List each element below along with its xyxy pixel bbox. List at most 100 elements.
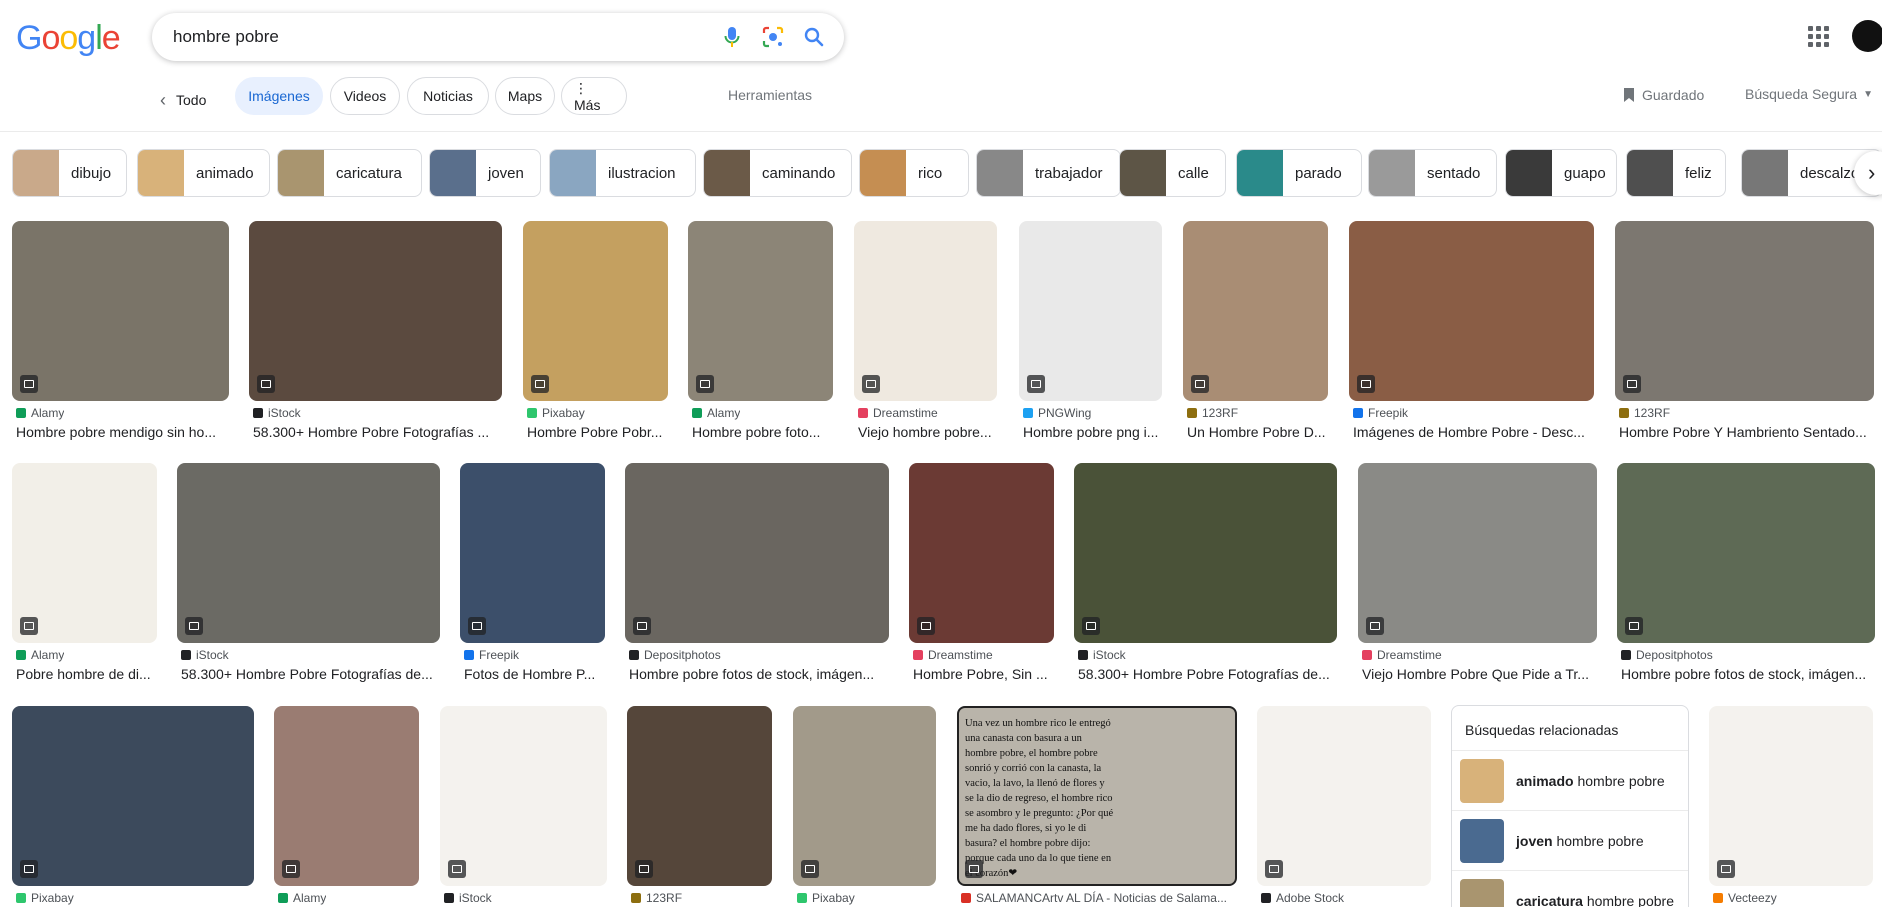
result-title[interactable]: 58.300+ Hombre Pobre Fotografías de... [1078,666,1337,682]
result-source[interactable]: iStock [181,648,229,662]
search-box[interactable] [152,13,844,61]
result-source[interactable]: Pixabay [797,891,855,905]
result-title[interactable]: Hombre pobre foto... [692,424,833,440]
result-source[interactable]: Adobe Stock [1261,891,1344,905]
refine-chip[interactable]: feliz [1626,149,1726,197]
tab-news[interactable]: Noticias [407,77,489,115]
apps-grid-icon[interactable] [1806,24,1830,48]
result-source[interactable]: Depositphotos [1621,648,1713,662]
google-logo[interactable]: Google [16,19,121,57]
refine-chip[interactable]: joven [429,149,541,197]
result-source[interactable]: PNGWing [1023,406,1091,420]
result-thumbnail[interactable] [688,221,833,401]
result-thumbnail[interactable] [440,706,607,886]
result-thumbnail[interactable] [12,221,229,401]
result-thumbnail[interactable] [460,463,605,643]
tools-button[interactable]: Herramientas [728,87,812,103]
result-source[interactable]: Alamy [692,406,740,420]
result-source[interactable]: Alamy [16,648,64,662]
tab-all[interactable]: ‹ Todo [160,80,206,120]
result-title[interactable]: Hombre pobre fotos de stock, imágen... [1621,666,1875,682]
refine-chip[interactable]: rico [859,149,969,197]
refine-chip[interactable]: caricatura [277,149,422,197]
result-source[interactable]: Dreamstime [913,648,993,662]
result-source[interactable]: Alamy [16,406,64,420]
result-thumbnail[interactable] [854,221,997,401]
result-thumbnail[interactable] [625,463,889,643]
search-input[interactable] [173,27,693,47]
refine-chip[interactable]: caminando [703,149,852,197]
result-title[interactable]: Hombre Pobre, Sin ... [913,666,1054,682]
refine-chip[interactable]: animado [137,149,270,197]
result-title[interactable]: Hombre Pobre Y Hambriento Sentado... [1619,424,1874,440]
refine-chip[interactable]: sentado [1368,149,1497,197]
result-title[interactable]: Hombre Pobre Pobr... [527,424,668,440]
result-source[interactable]: Pixabay [527,406,585,420]
result-source[interactable]: Pixabay [16,891,74,905]
result-title[interactable]: Viejo Hombre Pobre Que Pide a Tr... [1362,666,1597,682]
result-source[interactable]: SALAMANCArtv AL DÍA - Noticias de Salama… [961,891,1227,905]
result-thumbnail[interactable] [909,463,1054,643]
result-thumbnail[interactable] [1617,463,1875,643]
result-thumbnail[interactable] [1709,706,1873,886]
result-thumbnail[interactable] [793,706,936,886]
result-source[interactable]: iStock [1078,648,1126,662]
refine-chip[interactable]: calle [1119,149,1226,197]
mic-icon[interactable] [720,25,744,49]
result-title[interactable]: 58.300+ Hombre Pobre Fotografías ... [253,424,502,440]
result-title[interactable]: Hombre pobre fotos de stock, imágen... [629,666,889,682]
result-title[interactable]: 58.300+ Hombre Pobre Fotografías de... [181,666,440,682]
result-source[interactable]: Depositphotos [629,648,721,662]
tab-images[interactable]: Imágenes [235,77,323,115]
result-thumbnail[interactable] [1358,463,1597,643]
result-thumbnail[interactable] [1074,463,1337,643]
result-thumbnail[interactable] [1019,221,1162,401]
result-thumbnail[interactable] [523,221,668,401]
result-title[interactable]: Viejo hombre pobre... [858,424,997,440]
result-source[interactable]: Freepik [464,648,519,662]
result-thumbnail[interactable] [12,463,157,643]
result-title[interactable]: Pobre hombre de di... [16,666,157,682]
related-search-item[interactable]: animado hombre pobre [1452,750,1688,810]
result-thumbnail[interactable] [1183,221,1328,401]
saved-button[interactable]: Guardado [1622,87,1704,103]
related-search-item[interactable]: joven hombre pobre [1452,810,1688,870]
result-thumbnail[interactable]: Una vez un hombre rico le entregó una ca… [957,706,1237,886]
result-source[interactable]: Alamy [278,891,326,905]
result-thumbnail[interactable] [12,706,254,886]
result-thumbnail[interactable] [249,221,502,401]
result-source[interactable]: Freepik [1353,406,1408,420]
refine-chip[interactable]: trabajador [976,149,1121,197]
result-source[interactable]: Dreamstime [858,406,938,420]
result-thumbnail[interactable] [177,463,440,643]
result-source[interactable]: 123RF [1619,406,1670,420]
tab-maps[interactable]: Maps [495,77,555,115]
result-source[interactable]: 123RF [1187,406,1238,420]
search-icon[interactable] [802,25,826,49]
result-thumbnail[interactable] [274,706,419,886]
result-thumbnail[interactable] [1257,706,1431,886]
result-source[interactable]: Dreamstime [1362,648,1442,662]
safe-search-button[interactable]: Búsqueda Segura ▼ [1745,86,1873,102]
result-title[interactable]: Hombre pobre mendigo sin ho... [16,424,229,440]
refine-chip[interactable]: ilustracion [549,149,696,197]
result-source[interactable]: Vecteezy [1713,891,1777,905]
result-source[interactable]: iStock [444,891,492,905]
result-title[interactable]: Hombre pobre png i... [1023,424,1162,440]
refine-chip[interactable]: guapo [1505,149,1617,197]
lens-icon[interactable] [761,25,785,49]
tab-more[interactable]: ⋮ Más [561,77,627,115]
avatar[interactable] [1852,20,1882,52]
result-title[interactable]: Un Hombre Pobre D... [1187,424,1328,440]
result-source[interactable]: iStock [253,406,301,420]
result-thumbnail[interactable] [1615,221,1874,401]
refine-chip[interactable]: parado [1236,149,1362,197]
result-title[interactable]: Fotos de Hombre P... [464,666,605,682]
result-thumbnail[interactable] [627,706,772,886]
tab-videos[interactable]: Videos [330,77,400,115]
refine-chip[interactable]: dibujo [12,149,127,197]
result-title[interactable]: Imágenes de Hombre Pobre - Desc... [1353,424,1594,440]
result-source[interactable]: 123RF [631,891,682,905]
related-search-item[interactable]: caricatura hombre pobre [1452,870,1688,907]
result-thumbnail[interactable] [1349,221,1594,401]
